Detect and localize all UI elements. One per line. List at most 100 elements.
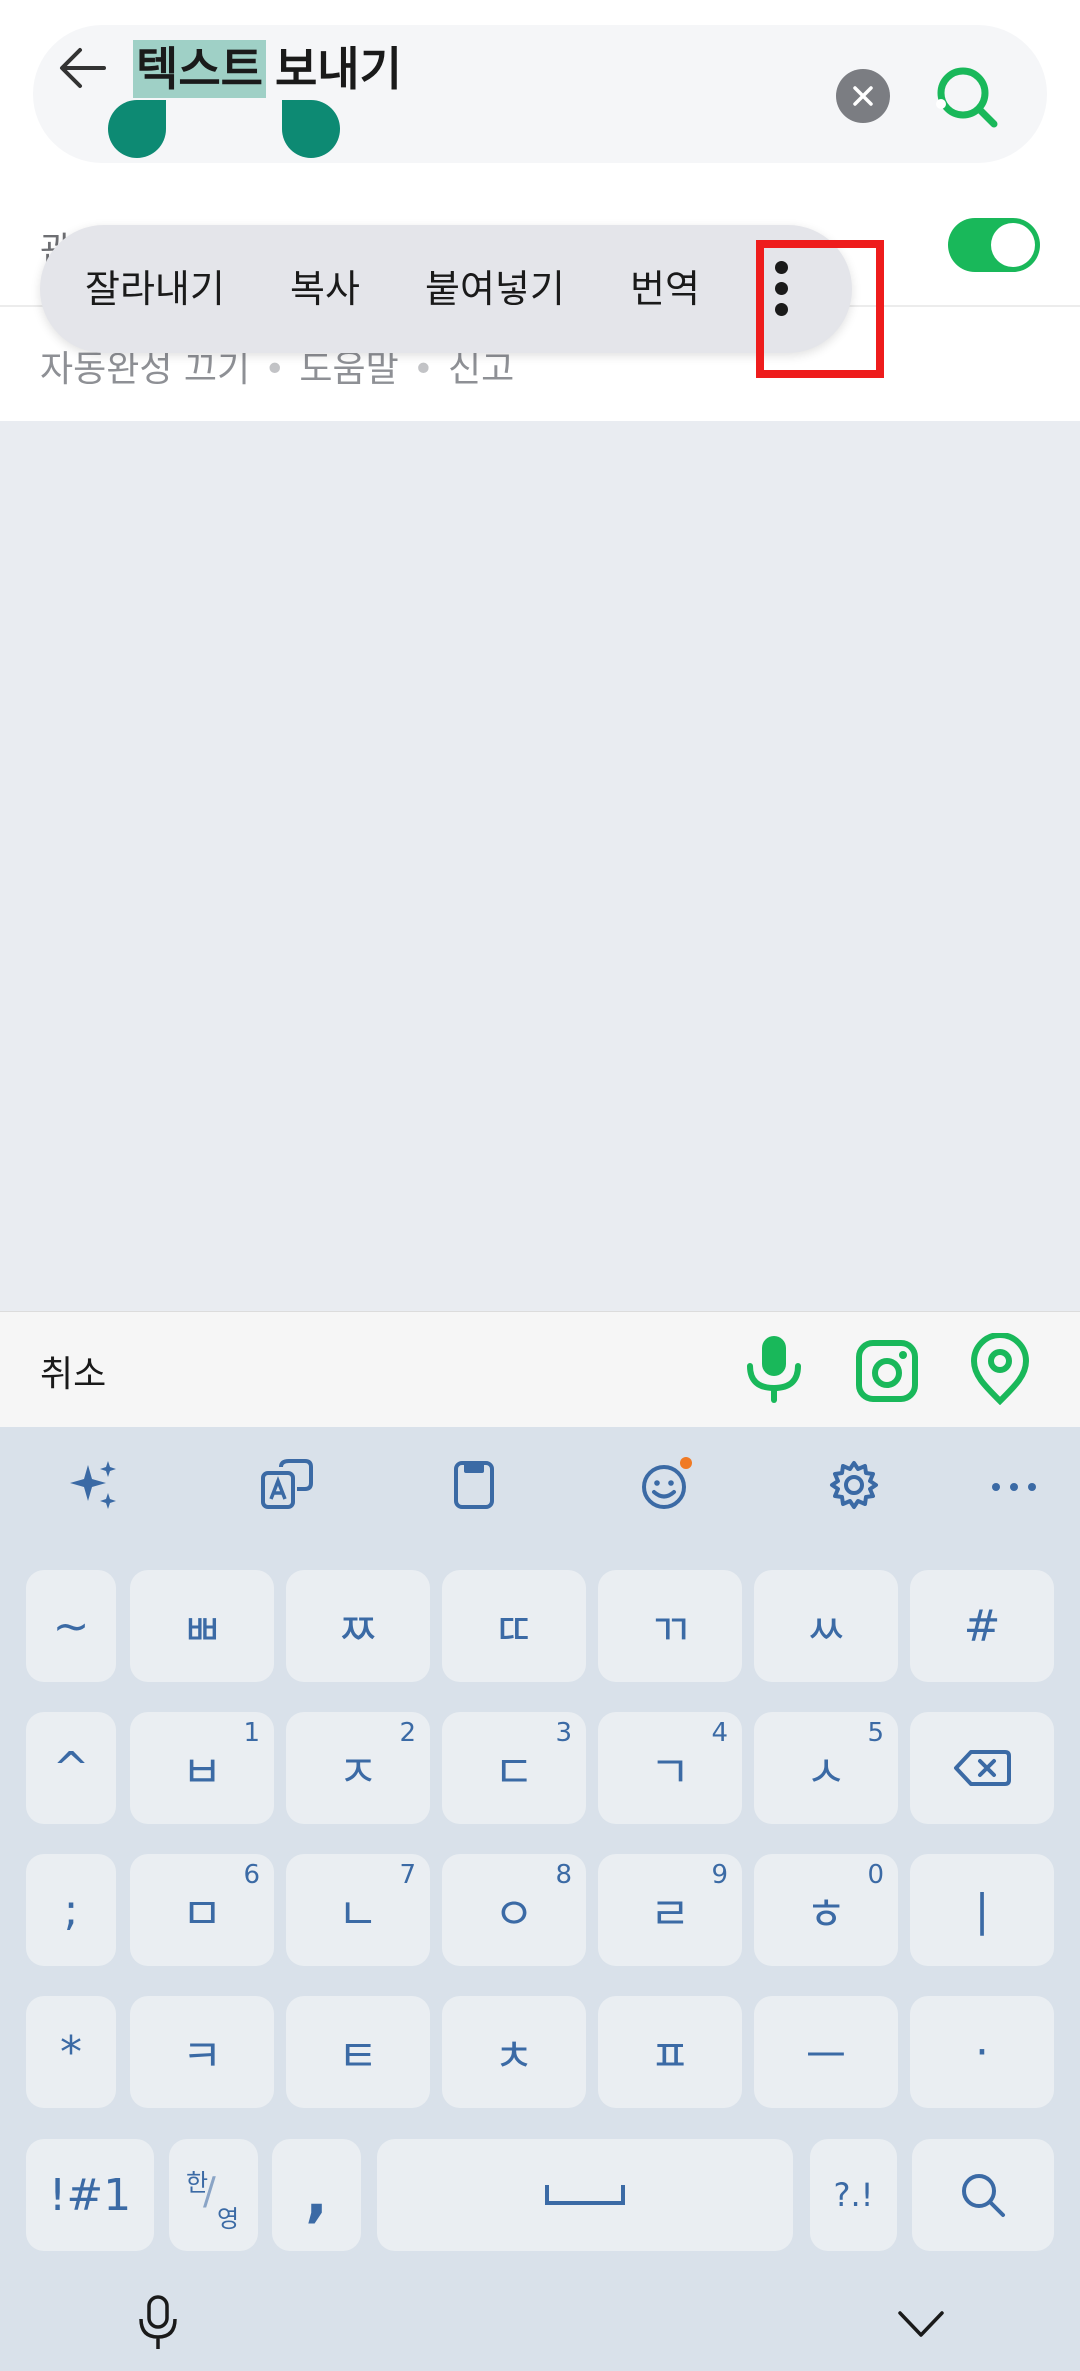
location-pin-icon[interactable] [968,1333,1032,1405]
key-row-2-5[interactable]: ㅅ5 [754,1712,898,1824]
autocomplete-toggle[interactable] [948,218,1040,272]
toggle-knob [991,223,1035,267]
selection-handle-right[interactable] [282,100,340,158]
key-row-2-4[interactable]: ㄱ4 [598,1712,742,1824]
menu-item-cut[interactable]: 잘라내기 [85,225,225,353]
search-icon[interactable] [930,60,1004,134]
camera-lens-icon[interactable] [855,1335,919,1407]
hide-keyboard-icon[interactable] [896,2307,946,2341]
key-row-1-1[interactable]: ㅃ [130,1570,274,1682]
comma-key[interactable]: , [272,2139,361,2251]
settings-gear-icon[interactable] [826,1457,882,1513]
translate-icon[interactable] [259,1457,315,1513]
key-row-2-1[interactable]: ㅂ1 [130,1712,274,1824]
key-label: ㅍ [649,2031,691,2082]
symbols-key[interactable]: !#1 [26,2139,154,2251]
key-number-hint: 2 [399,1718,416,1748]
key-label: * [60,2026,82,2078]
key-row-1-4[interactable]: ㄲ [598,1570,742,1682]
key-label: ㅡ [805,2031,847,2082]
key-number-hint: 9 [711,1860,728,1890]
key-row-1-0[interactable]: ~ [26,1570,116,1682]
emoji-icon[interactable] [636,1457,692,1513]
key-label: ; [63,1884,79,1936]
sparkle-icon[interactable] [66,1457,122,1513]
key-label: ㄷ [493,1747,535,1798]
key-number-hint: 3 [555,1718,572,1748]
key-label: ㄸ [493,1605,535,1656]
key-row-2-2[interactable]: ㅈ2 [286,1712,430,1824]
key-row-2-0[interactable]: ^ [26,1712,116,1824]
key-label: ㅌ [337,2031,379,2082]
key-row-4-0[interactable]: * [26,1996,116,2108]
key-label: ㄹ [649,1889,691,1940]
key-row-3-6[interactable]: | [910,1854,1054,1966]
report-link[interactable]: 신고 [448,349,514,390]
more-horizontal-icon[interactable] [986,1457,1042,1513]
cancel-button[interactable]: 취소 [40,1345,106,1397]
selected-text: 텍스트 [133,40,266,98]
key-row-4-1[interactable]: ㅋ [130,1996,274,2108]
space-key[interactable] [377,2139,793,2251]
menu-item-copy[interactable]: 복사 [290,225,360,353]
key-label: ~ [52,1600,90,1652]
search-icon [962,2174,1005,2217]
key-label: | [974,1884,990,1936]
menu-item-paste[interactable]: 붙여넣기 [425,225,565,353]
key-row-4-3[interactable]: ㅊ [442,1996,586,2108]
key-label: ㅇ [493,1889,535,1940]
key-label: ㅁ [181,1889,223,1940]
search-input[interactable]: 텍스트 보내기 [133,40,402,98]
text-selection-menu: 잘라내기 복사 붙여넣기 번역 [40,225,852,353]
key-number-hint: 5 [867,1718,884,1748]
search-key[interactable] [912,2139,1054,2251]
key-row-4-2[interactable]: ㅌ [286,1996,430,2108]
key-row-4-6[interactable]: · [910,1996,1054,2108]
key-row-2-3[interactable]: ㄷ3 [442,1712,586,1824]
key-row-3-2[interactable]: ㄴ7 [286,1854,430,1966]
key-row-3-1[interactable]: ㅁ6 [130,1854,274,1966]
key-label: ㅆ [805,1605,847,1656]
backspace-icon [954,1750,1011,1786]
voice-input-icon[interactable] [135,2293,181,2353]
clipboard-icon[interactable] [446,1457,502,1513]
key-label: ㅉ [337,1605,379,1656]
separator-dot: • [412,349,435,390]
menu-item-translate[interactable]: 번역 [630,225,700,353]
language-switch-key[interactable]: 한 ∕ 영 [169,2139,258,2251]
key-row-3-0[interactable]: ; [26,1854,116,1966]
backspace-key[interactable] [910,1712,1054,1824]
key-row-3-5[interactable]: ㅎ0 [754,1854,898,1966]
key-number-hint: 4 [711,1718,728,1748]
punctuation-key[interactable]: ?.! [810,2139,897,2251]
key-row-4-4[interactable]: ㅍ [598,1996,742,2108]
clear-button[interactable] [836,69,890,123]
key-number-hint: 8 [555,1860,572,1890]
help-link[interactable]: 도움말 [299,349,398,390]
key-label: ㅊ [493,2031,535,2082]
selection-handle-left[interactable] [108,100,166,158]
highlight-box [756,240,884,378]
key-label: ㅋ [181,2031,223,2082]
autocomplete-off-link[interactable]: 자동완성 끄기 [40,349,250,390]
key-label: # [963,1600,1001,1652]
key-row-3-3[interactable]: ㅇ8 [442,1854,586,1966]
key-row-1-2[interactable]: ㅉ [286,1570,430,1682]
key-row-3-4[interactable]: ㄹ9 [598,1854,742,1966]
key-row-1-3[interactable]: ㄸ [442,1570,586,1682]
key-label: ^ [52,1742,90,1794]
microphone-icon[interactable] [742,1332,806,1404]
key-row-1-5[interactable]: ㅆ [754,1570,898,1682]
key-row-4-5[interactable]: ㅡ [754,1996,898,2108]
key-number-hint: 7 [399,1860,416,1890]
key-number-hint: 0 [867,1860,884,1890]
keyboard: ~ ㅃㅉㄸㄲㅆ # ^ ㅂ 1 ㅈ 2 ㄷ 3 ㄱ 4 ㅅ 5; ㅁ 6 ㄴ 7 ㅇ 8 ㄹ 9 ㅎ 0 | * ㅋㅌㅊㅍㅡ · !#… [0,1427,1080,2371]
key-label: ㅂ [181,1747,223,1798]
key-label: ㄲ [649,1605,691,1656]
content-area [0,421,1080,1311]
back-arrow-icon[interactable] [50,36,114,100]
key-label: ㅎ [805,1889,847,1940]
key-label: ㄱ [649,1747,691,1798]
key-number-hint: 1 [243,1718,260,1748]
key-row-1-6[interactable]: # [910,1570,1054,1682]
